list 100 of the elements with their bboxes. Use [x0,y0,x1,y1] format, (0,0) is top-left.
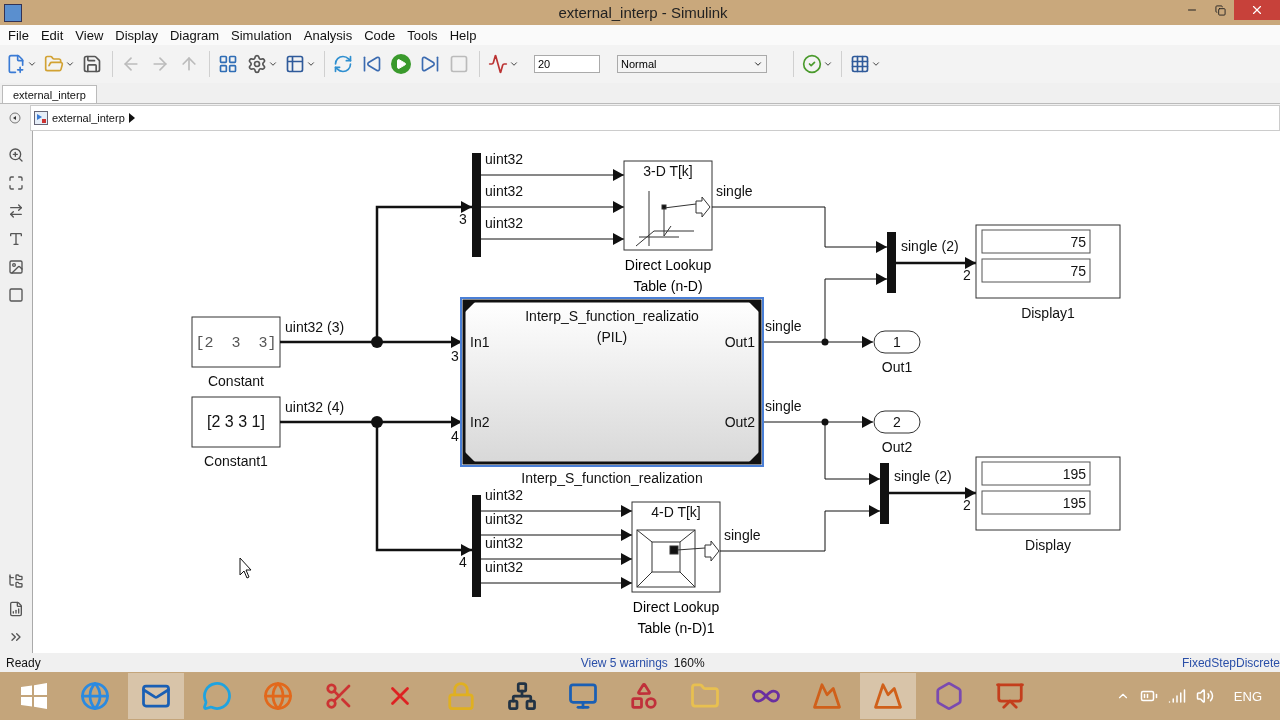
app-icon [4,3,22,22]
menu-item[interactable]: Code [358,27,402,43]
block-title: 3-D T[k] [643,163,693,179]
display-value: 75 [1070,234,1086,250]
taskbar-app[interactable] [128,673,184,719]
block-title: 4-D T[k] [651,504,701,520]
signal-label: single (2) [894,468,952,484]
line-chart-icon [488,54,508,74]
padlock-icon [446,681,476,711]
settings-icon [247,54,267,74]
junction-dot [821,418,829,426]
menu-item[interactable]: Tools [401,27,444,43]
table-icon [285,54,305,74]
area-icon [8,287,24,303]
text-annotation-icon [8,231,24,247]
outport-block [873,330,921,354]
signal-label: single [765,398,802,414]
zoom-level: 160% [673,655,705,670]
image-tool[interactable] [6,257,26,277]
refresh-icon [333,54,353,74]
signal-label: uint32 (3) [285,319,345,335]
signal-label: uint32 [485,215,524,231]
junction-dot [371,416,383,428]
network-icon [507,681,537,711]
block-label: Out1 [881,359,913,375]
globe-icon [263,681,293,711]
caret-right-icon [128,112,135,123]
block-label: Interp_S_function_realization [521,470,703,486]
constant-value: [2 3 3 1] [207,413,265,430]
port-width: 4 [459,554,467,570]
hexagon-icon [934,681,964,711]
check-circle-icon [802,54,822,74]
junction-dot [821,338,829,346]
restore-icon [1214,4,1226,16]
area-tool[interactable] [6,285,26,305]
signal-label: uint32 [485,559,524,575]
monitor-icon [568,681,598,711]
peak-icon [812,681,842,711]
signal-label: uint32 [485,151,524,167]
signal-label: single [716,183,753,199]
windows-logo-icon [21,683,47,709]
speaker-icon[interactable] [1195,687,1214,705]
port-width: 3 [459,211,467,227]
solver-name: FixedStepDiscrete [1181,655,1280,670]
stop-icon [449,54,469,74]
file-plus-icon [6,54,26,74]
chat-bubble-icon [202,681,232,711]
model-tab[interactable]: external_interp [2,85,97,103]
status-text: Ready [6,655,41,670]
port-width: 2 [963,497,971,513]
breadcrumb-item[interactable]: external_interp [52,111,125,124]
dropdown-caret-icon [753,59,763,69]
folder-icon [44,54,64,74]
fit-view-icon [8,175,24,191]
menu-item[interactable]: Display [109,27,164,43]
menu-item[interactable]: Edit [34,27,70,43]
warnings-link[interactable]: View 5 warnings [580,655,668,670]
port-width: 2 [963,267,971,283]
fit-view-tool[interactable] [6,173,26,193]
menu-item[interactable]: Help [443,27,483,43]
block-title: Interp_S_function_realizatio [525,308,699,324]
caret-icon [509,59,519,69]
signal-icon[interactable] [1167,687,1186,705]
menu-item[interactable]: Diagram [163,27,226,43]
step-forward-icon [420,54,440,74]
close-icon [1250,3,1264,17]
caret-icon [871,59,881,69]
menu-item[interactable]: Simulation [225,27,298,43]
model-icon [34,110,48,125]
port-width: 3 [451,348,459,364]
block-label: Constant1 [204,453,268,469]
port-label: Out2 [724,414,755,430]
signal-label: single (2) [901,238,959,254]
stop-time-field[interactable]: 20 [534,55,600,73]
signal-label: single [765,318,802,334]
simulation-mode-select[interactable]: Normal [617,55,767,73]
outport-block [873,410,921,434]
model-browser-tool[interactable] [6,571,26,591]
presentation-icon [995,681,1025,711]
signal-label: uint32 [485,511,524,527]
menu-item[interactable]: View [69,27,110,43]
block-label: Direct Lookup Table (n-D)1 [632,599,720,636]
menu-item[interactable]: Analysis [297,27,359,43]
block-label: Constant [208,373,264,389]
image-icon [8,259,24,275]
report-icon [8,601,24,617]
block-label: Direct Lookup Table (n-D) [624,257,712,294]
mouse-cursor-icon [239,557,252,579]
caret-icon [65,59,75,69]
model-browser-icon [8,573,24,589]
window-title: external_interp - Simulink [557,4,729,21]
display-value: 75 [1070,263,1086,279]
step-back-icon [362,54,382,74]
port-number: 1 [893,334,901,350]
junction-dot [371,336,383,348]
close-button[interactable] [1234,0,1280,20]
port-number: 2 [893,414,901,430]
menu-item[interactable]: File [2,27,35,43]
signal-label: uint32 [485,487,524,503]
signal-label: uint32 [485,535,524,551]
